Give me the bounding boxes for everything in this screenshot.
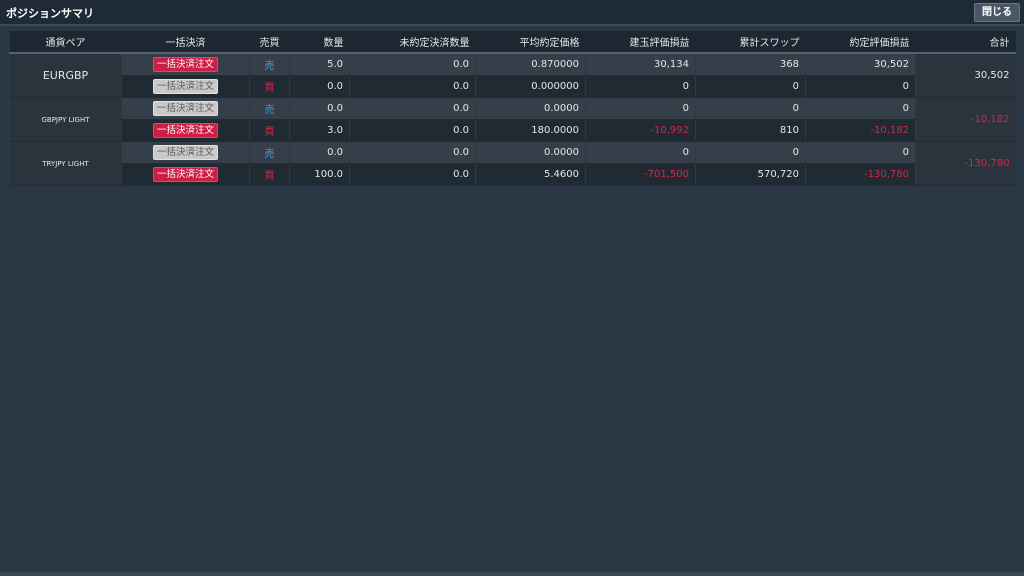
col-header-total[interactable]: 合計: [915, 31, 1016, 54]
bulk-cell: 一括決済注文: [121, 53, 250, 76]
bulk-settle-button[interactable]: 一括決済注文: [152, 79, 218, 94]
side-buy: 買: [249, 119, 290, 142]
total-value: 30,502: [915, 53, 1016, 98]
window-bottom-border: [0, 572, 1024, 576]
window-title: ポジションサマリ: [6, 7, 94, 20]
table-row: 一括決済注文 買 3.0 0.0 180.0000 -10,992 810 -1…: [10, 119, 1016, 142]
swap-value: 368: [695, 53, 806, 76]
qty-value: 3.0: [289, 119, 350, 142]
table-row: TRYJPY LIGHT 一括決済注文 売 0.0 0.0 0.0000 0 0…: [9, 141, 1016, 186]
position-summary-window: ポジションサマリ 閉じる 通貨ペア 一括決済 売買 数量 未約定決済数量 平均約…: [0, 0, 1024, 576]
bulk-settle-button[interactable]: 一括決済注文: [152, 167, 218, 182]
unsettled-value: 0.0: [349, 163, 476, 186]
total-value: -10,182: [915, 97, 1016, 142]
avg-price-value: 0.0000: [475, 97, 586, 120]
pair-name: GBPJPY LIGHT: [9, 97, 122, 142]
bulk-cell: 一括決済注文: [121, 141, 250, 164]
settled-value: 0: [805, 141, 916, 164]
unrealized-value: 30,134: [585, 53, 696, 76]
settled-value: -130,780: [805, 163, 916, 186]
unsettled-value: 0.0: [349, 119, 476, 142]
bulk-cell: 一括決済注文: [121, 119, 250, 142]
qty-value: 5.0: [289, 53, 350, 76]
side-sell: 売: [249, 141, 290, 164]
unsettled-value: 0.0: [349, 53, 476, 76]
avg-price-value: 0.0000: [475, 141, 586, 164]
unsettled-value: 0.0: [349, 141, 476, 164]
qty-value: 0.0: [289, 97, 350, 120]
avg-price-value: 180.0000: [475, 119, 586, 142]
pair-name: EURGBP: [9, 53, 122, 98]
col-header-side[interactable]: 売買: [249, 31, 290, 54]
avg-price-value: 0.000000: [475, 75, 586, 98]
unrealized-value: -10,992: [585, 119, 696, 142]
unrealized-value: -701,500: [585, 163, 696, 186]
side-sell: 売: [249, 97, 290, 120]
title-bar: ポジションサマリ 閉じる: [0, 0, 1024, 26]
table-header-row: 通貨ペア 一括決済 売買 数量 未約定決済数量 平均約定価格 建玉評価損益 累計…: [9, 31, 1016, 54]
col-header-bulk[interactable]: 一括決済: [121, 31, 250, 54]
bulk-settle-button[interactable]: 一括決済注文: [152, 101, 218, 116]
col-header-unrealized[interactable]: 建玉評価損益: [585, 31, 696, 54]
swap-value: 810: [695, 119, 806, 142]
bulk-settle-button[interactable]: 一括決済注文: [152, 123, 218, 138]
unsettled-value: 0.0: [349, 75, 476, 98]
side-buy: 買: [249, 163, 290, 186]
avg-price-value: 5.4600: [475, 163, 586, 186]
bulk-cell: 一括決済注文: [121, 163, 250, 186]
swap-value: 0: [695, 97, 806, 120]
side-sell: 売: [249, 53, 290, 76]
swap-value: 570,720: [695, 163, 806, 186]
total-value: -130,780: [915, 141, 1016, 186]
qty-value: 0.0: [289, 75, 350, 98]
bulk-settle-button[interactable]: 一括決済注文: [152, 57, 218, 72]
col-header-pair[interactable]: 通貨ペア: [9, 31, 122, 54]
table-row: GBPJPY LIGHT 一括決済注文 売 0.0 0.0 0.0000 0 0…: [9, 97, 1016, 142]
position-summary-table: 通貨ペア 一括決済 売買 数量 未約定決済数量 平均約定価格 建玉評価損益 累計…: [9, 31, 1016, 186]
qty-value: 100.0: [289, 163, 350, 186]
col-header-settled[interactable]: 約定評価損益: [805, 31, 916, 54]
settled-value: 30,502: [805, 53, 916, 76]
col-header-avg-price[interactable]: 平均約定価格: [475, 31, 586, 54]
unrealized-value: 0: [585, 75, 696, 98]
swap-value: 0: [695, 75, 806, 98]
col-header-qty[interactable]: 数量: [289, 31, 350, 54]
col-header-swap[interactable]: 累計スワップ: [695, 31, 806, 54]
unrealized-value: 0: [585, 141, 696, 164]
settled-value: 0: [805, 75, 916, 98]
bulk-cell: 一括決済注文: [121, 75, 250, 98]
position-table-wrap: 通貨ペア 一括決済 売買 数量 未約定決済数量 平均約定価格 建玉評価損益 累計…: [9, 31, 1016, 186]
avg-price-value: 0.870000: [475, 53, 586, 76]
bulk-settle-button[interactable]: 一括決済注文: [152, 145, 218, 160]
table-row: 一括決済注文 買 100.0 0.0 5.4600 -701,500 570,7…: [10, 163, 1016, 186]
settled-value: -10,182: [805, 119, 916, 142]
unsettled-value: 0.0: [349, 97, 476, 120]
settled-value: 0: [805, 97, 916, 120]
col-header-unsettled[interactable]: 未約定決済数量: [349, 31, 476, 54]
swap-value: 0: [695, 141, 806, 164]
unrealized-value: 0: [585, 97, 696, 120]
bulk-cell: 一括決済注文: [121, 97, 250, 120]
table-row: 一括決済注文 買 0.0 0.0 0.000000 0 0 0: [10, 75, 1016, 98]
side-buy: 買: [249, 75, 290, 98]
close-button[interactable]: 閉じる: [974, 3, 1020, 22]
table-row: EURGBP 一括決済注文 売 5.0 0.0 0.870000 30,134 …: [9, 53, 1016, 98]
pair-name: TRYJPY LIGHT: [9, 141, 122, 186]
qty-value: 0.0: [289, 141, 350, 164]
